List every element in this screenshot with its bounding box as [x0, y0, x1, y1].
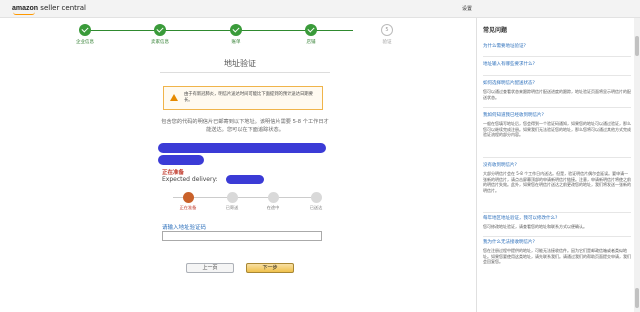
check-icon [154, 24, 166, 36]
delivery-label: Expected delivery: [162, 176, 218, 183]
tracker-label: 在途中 [266, 205, 280, 210]
tracker-step-in-transit: 在途中 [253, 192, 293, 211]
faq-item[interactable]: 如何选择明信片配送状态? 您可以通过查看状态来跟踪明信片配送进度的跟踪，地址验证… [483, 81, 631, 100]
step-business-info: 企业信息 [60, 24, 110, 45]
tracker-dot [267, 192, 279, 203]
faq-item[interactable]: 地址输入有哪些要求什么? [483, 62, 631, 68]
faq-divider [483, 107, 631, 108]
verification-code-label: 请输入地址验证码 [162, 225, 207, 231]
faq-question[interactable]: 如何选择明信片配送状态? [483, 81, 631, 87]
faq-item[interactable]: 为什么需要地址验证? [483, 44, 631, 50]
faq-answer: 您可以通过查看状态来跟踪明信片配送进度的跟踪，地址验证页面将显示明信片的配送状态… [483, 89, 631, 100]
faq-answer: 您在注册过程中提供的地址，可能无法接收信件。因为它们是邮政信箱或者类似地址。如果… [483, 248, 631, 265]
page-title: 地址验证 [224, 59, 256, 68]
top-bar: amazon seller central 设置 [0, 0, 640, 18]
tracker-step-delivered: 已送达 [296, 192, 336, 211]
expected-delivery: Expected delivery: [162, 176, 218, 183]
redacted-address-line [158, 155, 204, 165]
alert-text: 由于有新冠肺炎，明信片送达时间可能比下面提到的预计送达日期要长。 [184, 92, 313, 103]
step-label: 卖家信息 [151, 40, 169, 45]
redacted-address-line [158, 143, 326, 153]
faq-item[interactable]: 没有收到明信片? 大部分明信片会在 5-8 个工作日内送达。但是，验证明信片偶尔… [483, 163, 631, 193]
faq-answer: 一般在您填写地址后，您会得到一个验证码通知，如果您的地址可以通过验证，那么您可以… [483, 121, 631, 138]
title-divider [160, 72, 330, 73]
step-seller-info: 卖家信息 [135, 24, 185, 45]
step-number: 5 [385, 27, 389, 33]
check-icon [79, 24, 91, 36]
faq-item[interactable]: 我如何知道我已经收到明信片? 一般在您填写地址后，您会得到一个验证码通知，如果您… [483, 113, 631, 138]
step-billing: 账单 [211, 24, 261, 45]
faq-divider [483, 212, 631, 213]
tracker-dot [310, 192, 322, 203]
page-scrollbar[interactable] [634, 18, 640, 312]
amazon-seller-central-logo[interactable]: amazon seller central [12, 4, 86, 15]
check-icon [305, 24, 317, 36]
faq-divider [483, 56, 631, 57]
faq-panel: 常见问题 为什么需要地址验证? 地址输入有哪些要求什么? 如何选择明信片配送状态… [476, 18, 634, 312]
previous-button[interactable]: 上一页 [186, 263, 234, 273]
faq-answer: 大部分明信片会在 5-8 个工作日内送达。但是，验证明信片偶尔会延误。要申请一张… [483, 171, 631, 193]
step-number-circle: 5 [381, 24, 393, 36]
faq-item[interactable]: 每年地区地址验证，我可以修改什么? 您可修改地址验证，请查看您的地址和联系方式以… [483, 216, 631, 230]
postcard-notice: 包含您的代码的明信片已邮寄到以下地址。该明信片需要 5-8 个工作日才能送达。您… [161, 119, 329, 133]
faq-question[interactable]: 我为什么无法接收明信片? [483, 240, 631, 246]
step-verification: 5 验证 [362, 24, 412, 45]
logo-product: seller central [40, 4, 86, 12]
status-text: 正在准备 [162, 170, 185, 176]
step-label: 店铺 [306, 40, 316, 45]
check-icon [230, 24, 242, 36]
faq-question[interactable]: 地址输入有哪些要求什么? [483, 62, 631, 68]
registration-progress: 企业信息 卖家信息 账单 店铺 5 验证 [60, 24, 410, 48]
faq-answer: 您可修改地址验证，请查看您的地址和联系方式以便确认。 [483, 224, 587, 229]
amazon-smile-icon [13, 12, 35, 15]
step-label: 验证 [382, 40, 392, 45]
tracker-dot [182, 192, 194, 203]
step-label: 企业信息 [76, 40, 94, 45]
redacted-delivery-date [226, 175, 264, 184]
covid-alert: 由于有新冠肺炎，明信片送达时间可能比下面提到的预计送达日期要长。 [163, 86, 323, 110]
faq-title: 常见问题 [483, 27, 508, 34]
warning-icon [170, 94, 178, 101]
faq-divider [483, 75, 631, 76]
scrollbar-thumb[interactable] [635, 36, 639, 56]
step-label: 账单 [231, 40, 241, 45]
faq-question[interactable]: 没有收到明信片? [483, 163, 631, 169]
next-button[interactable]: 下一步 [246, 263, 294, 273]
tracker-label: 已送达 [309, 205, 323, 210]
faq-item[interactable]: 我为什么无法接收明信片? 您在注册过程中提供的地址，可能无法接收信件。因为它们是… [483, 240, 631, 265]
verification-code-input[interactable] [162, 231, 322, 241]
tracker-step-preparing: 正在准备 [168, 192, 208, 211]
tracker-step-mailed: 已寄送 [212, 192, 252, 211]
faq-question[interactable]: 我如何知道我已经收到明信片? [483, 113, 631, 119]
tracker-label: 已寄送 [225, 205, 239, 210]
delivery-tracker: 正在准备 已寄送 在途中 已送达 [165, 192, 325, 216]
faq-question[interactable]: 为什么需要地址验证? [483, 44, 631, 50]
faq-question[interactable]: 每年地区地址验证，我可以修改什么? [483, 216, 631, 222]
scrollbar-thumb-lower[interactable] [635, 288, 639, 308]
faq-divider [483, 157, 631, 158]
step-store: 店铺 [286, 24, 336, 45]
logo-brand: amazon [12, 5, 39, 12]
tracker-dot [226, 192, 238, 203]
faq-divider [483, 236, 631, 237]
tracker-label: 正在准备 [179, 205, 197, 210]
settings-link[interactable]: 设置 [462, 5, 472, 12]
